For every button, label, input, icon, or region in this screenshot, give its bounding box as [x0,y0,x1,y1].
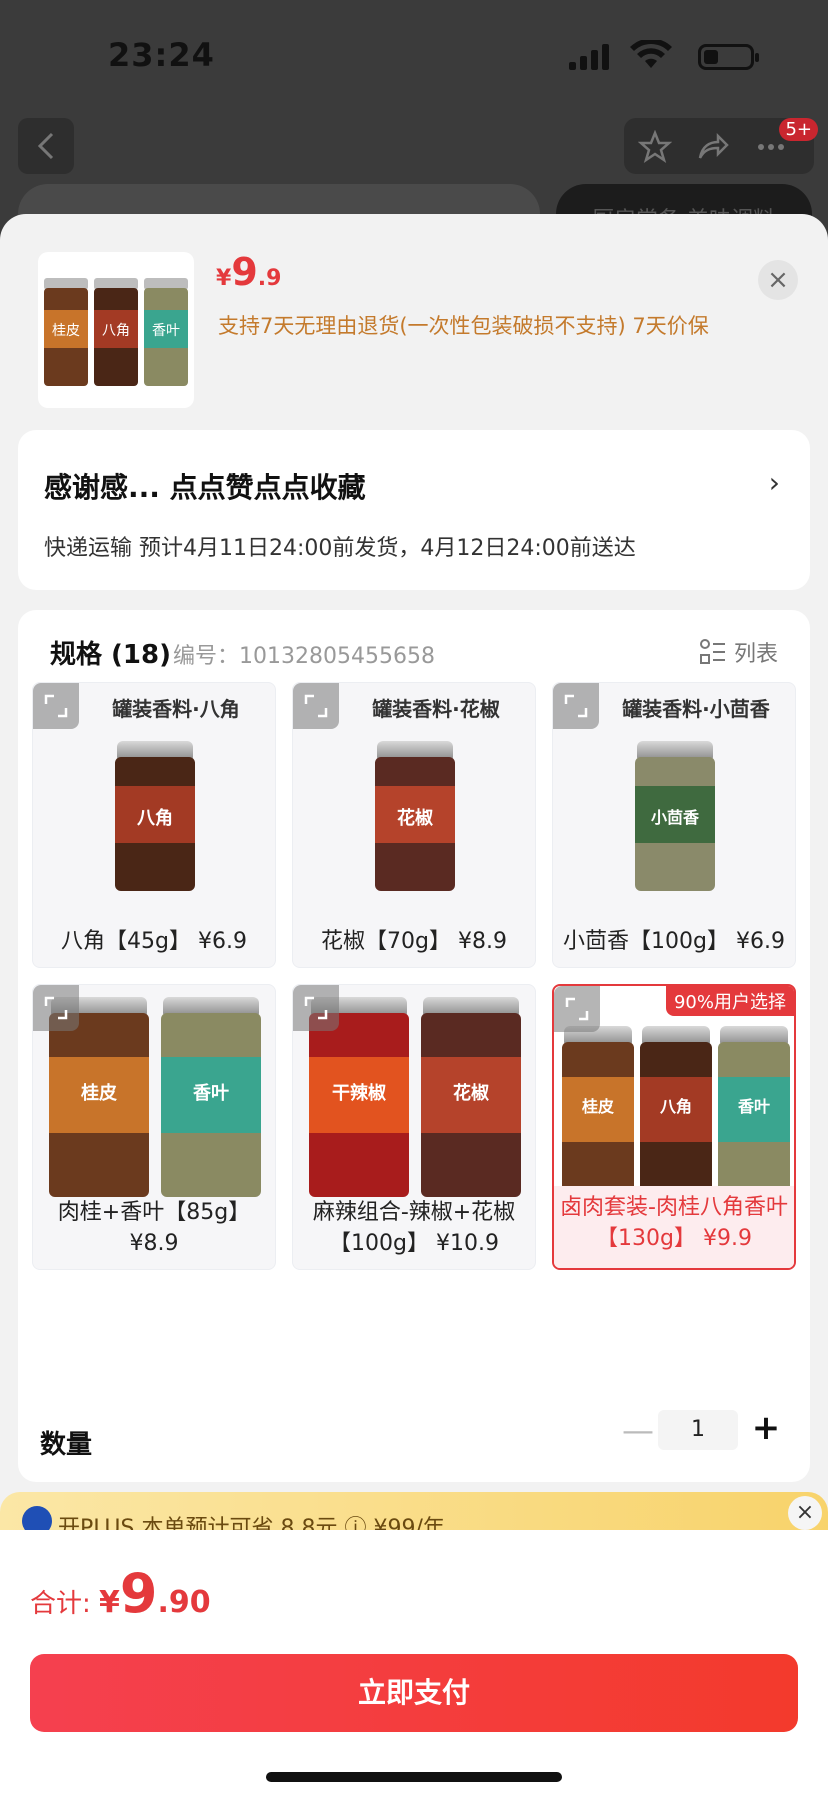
spec-option[interactable]: 桂皮 香叶 肉桂+香叶【85g】 ¥8.9 [32,984,276,1270]
address-title: 感谢感... 点点赞点点收藏 [44,471,366,504]
option-label: 小茴香【100g】 ¥6.9 [563,929,785,954]
close-icon[interactable]: × [788,1496,822,1530]
list-icon [699,639,725,664]
expand-icon[interactable] [33,985,79,1031]
expand-icon[interactable] [293,683,339,729]
jar-image: 八角 [115,741,195,891]
price-decimal: .9 [257,266,282,291]
spec-option-selected[interactable]: 桂皮 八角 香叶 卤肉套装-肉桂八角香叶【130g】 ¥9.9 90%用户选择 [552,984,796,1270]
price-symbol: ¥ [216,266,232,291]
return-policy: 支持7天无理由退货(一次性包装破损不支持) 7天价保 [218,314,709,338]
close-icon[interactable]: × [758,260,798,300]
spec-option[interactable]: 干辣椒 花椒 麻辣组合-辣椒+花椒【100g】 ¥10.9 [292,984,536,1270]
product-jars-image: 桂皮 八角 香叶 [44,278,188,386]
status-bar: 23:24 [0,0,828,110]
jar-image: 八角 [640,1026,712,1196]
notification-badge: 5+ [779,118,818,141]
shipping-estimate: 快递运输 预计4月11日24:00前发货，4月12日24:00前送达 [44,536,636,561]
spec-option[interactable]: 罐装香料·八角 八角 八角【45g】 ¥6.9 [32,682,276,968]
pay-now-button[interactable]: 立即支付 [30,1654,798,1732]
jar-image: 小茴香 [635,741,715,891]
jar-image: 香叶 [161,997,261,1197]
spec-card: 规格 (18) 编号：10132805455658 列表 罐装香料·八角 八角 … [18,610,810,1482]
option-image-title: 罐装香料·花椒 [372,697,500,721]
popular-tag: 90%用户选择 [665,986,794,1016]
jar-label: 八角 [102,323,130,339]
quantity-input[interactable]: 1 [658,1410,738,1450]
share-icon[interactable] [696,130,730,164]
expand-icon[interactable] [554,986,600,1032]
total-label: 合计: [30,1589,100,1619]
spec-title: 规格 (18) [50,640,171,670]
option-label: 麻辣组合-辣椒+花椒【100g】 ¥10.9 [312,1200,516,1256]
quantity-label: 数量 [40,1430,93,1460]
checkout-footer: 合计: ¥9.90 立即支付 [0,1530,828,1795]
jar-label: 香叶 [152,323,180,339]
product-price: ¥9.9 [216,250,281,294]
jar-image: 桂皮 [562,1026,634,1196]
product-code: 编号：10132805455658 [173,644,435,669]
option-label: 八角【45g】 ¥6.9 [61,929,247,954]
battery-icon [698,44,759,70]
spec-option[interactable]: 罐装香料·花椒 花椒 花椒【70g】 ¥8.9 [292,682,536,968]
expand-icon[interactable] [33,683,79,729]
sku-sheet: 桂皮 八角 香叶 ¥9.9 支持7天无理由退货(一次性包装破损不支持) 7天价保… [0,214,828,1795]
total-integer: 9 [119,1562,158,1625]
option-label: 花椒【70g】 ¥8.9 [321,929,507,954]
chevron-right-icon: › [768,466,780,499]
option-image-title: 罐装香料·八角 [112,697,240,721]
chevron-left-icon [37,132,54,160]
total-symbol: ¥ [99,1585,120,1620]
product-thumbnail: 桂皮 八角 香叶 [38,252,194,408]
address-card[interactable]: 感谢感... 点点赞点点收藏 › 快递运输 预计4月11日24:00前发货，4月… [18,430,810,590]
quantity-decrease-button[interactable]: — [618,1410,658,1450]
jar-image: 花椒 [421,997,521,1197]
total-decimal: .90 [157,1585,211,1620]
spec-option[interactable]: 罐装香料·小茴香 小茴香 小茴香【100g】 ¥6.9 [552,682,796,968]
star-icon[interactable] [638,130,672,164]
expand-icon[interactable] [293,985,339,1031]
option-label: 卤肉套装-肉桂八角香叶【130g】 ¥9.9 [554,1186,794,1268]
list-label: 列表 [733,642,778,667]
product-header: 桂皮 八角 香叶 ¥9.9 支持7天无理由退货(一次性包装破损不支持) 7天价保… [0,214,828,430]
option-label: 肉桂+香叶【85g】 ¥8.9 [57,1200,251,1256]
jar-image: 花椒 [375,741,455,891]
list-view-toggle[interactable]: 列表 [699,636,778,668]
wifi-icon [630,40,672,68]
back-button[interactable] [18,118,74,174]
expand-icon[interactable] [553,683,599,729]
option-image-title: 罐装香料·小茴香 [622,697,770,721]
total-price: 合计: ¥9.90 [30,1562,211,1625]
jar-image: 香叶 [718,1026,790,1196]
home-indicator [266,1772,562,1782]
cellular-signal-icon [569,44,609,70]
price-integer: 9 [231,250,258,294]
quantity-increase-button[interactable]: + [746,1408,786,1448]
status-time: 23:24 [108,36,215,74]
jar-label: 桂皮 [52,323,80,339]
